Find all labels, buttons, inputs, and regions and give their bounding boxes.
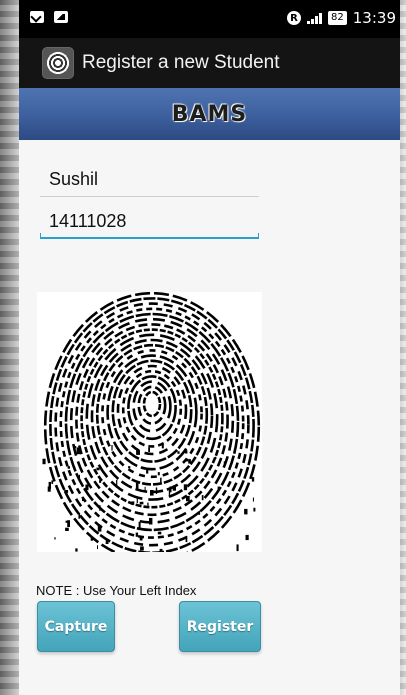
fingerprint-speckle [157, 531, 162, 535]
app-banner: BAMS [19, 88, 400, 140]
fingerprint-speckle [67, 520, 70, 527]
fingerprint-speckle [157, 472, 160, 476]
fingerprint-speckle [244, 508, 248, 515]
fingerprint-speckle [185, 535, 188, 543]
fingerprint-speckle [135, 482, 139, 490]
fingerprint-speckle [186, 495, 190, 502]
fingerprint-speckle [75, 548, 78, 552]
fingerprint-speckle [54, 537, 56, 540]
phone-screen: R 82 13:39 Register a new Student BAMS N… [19, 0, 400, 695]
screenshot-frame-right [400, 0, 406, 695]
roaming-icon: R [287, 11, 302, 25]
note-label: NOTE : Use Your Left Index [36, 583, 197, 598]
fingerprint-speckle [252, 497, 254, 502]
fingerprint-speckle [136, 496, 138, 504]
action-bar: Register a new Student [19, 38, 400, 88]
fingerprint-speckle [214, 456, 217, 459]
fingerprint-speckle [76, 447, 81, 455]
fingerprint-speckle [185, 458, 189, 462]
fingerprint-speckle [78, 513, 81, 519]
register-button[interactable]: Register [179, 601, 261, 652]
fingerprint-speckle [78, 474, 80, 480]
fingerprint-speckle [147, 502, 149, 506]
fingerprint-speckle [201, 495, 204, 501]
fingerprint-speckle [131, 501, 135, 505]
fingerprint-speckle [172, 485, 176, 491]
fingerprint-speckle [149, 517, 153, 525]
fingerprint-speckle [146, 469, 149, 474]
fingerprint-speckle [217, 486, 219, 490]
capture-button[interactable]: Capture [37, 601, 115, 652]
fingerprint-ridge [75, 323, 229, 517]
fingerprint-speckle [116, 479, 118, 487]
fingerprint-speckle [139, 536, 143, 541]
fingerprint-speckle [51, 480, 54, 484]
fingerprint-speckle [105, 540, 109, 544]
page-title: Register a new Student [82, 52, 280, 73]
fingerprint-speckle [64, 490, 69, 493]
fingerprint-speckle [97, 545, 98, 550]
fingerprint-speckle [99, 480, 102, 483]
status-time: 13:39 [352, 9, 396, 27]
fingerprint-speckle [42, 458, 46, 465]
banner-title: BAMS [171, 101, 248, 127]
focus-underline [40, 233, 259, 239]
fingerprint-speckle [160, 477, 162, 484]
fingerprint-speckle [198, 511, 201, 515]
fingerprint-speckle [97, 524, 102, 532]
fingerprint-image [37, 291, 262, 562]
fingerprint-speckle [251, 477, 255, 482]
status-bar: R 82 13:39 [19, 0, 400, 38]
fingerprint-speckle [188, 459, 191, 464]
fingerprint-preview [37, 291, 262, 562]
fingerprint-speckle [48, 481, 51, 489]
fingerprint-speckle [253, 507, 256, 512]
fingerprint-speckle [148, 447, 150, 452]
fingerprint-speckle [111, 445, 113, 451]
fingerprint-speckle [161, 444, 164, 449]
fingerprint-speckle [139, 501, 144, 505]
fingerprint-speckle [136, 450, 140, 455]
fingerprint-speckle [90, 537, 94, 541]
fingerprint-speckle [144, 486, 146, 493]
fingerprint-speckle [138, 521, 141, 529]
fingerprint-ridge [127, 375, 177, 441]
fingerprint-speckle [168, 489, 171, 497]
fingerprint-ridge [106, 354, 198, 471]
fingerprint-speckle [135, 532, 139, 537]
fingerprint-mask [217, 292, 262, 402]
fingerprint-speckle [140, 546, 144, 551]
fingerprint-speckle [245, 534, 249, 541]
fingerprint-speckle [223, 461, 226, 466]
fingerprint-speckle [75, 446, 77, 449]
fingerprint-speckle [128, 466, 131, 469]
fingerprint-speckle [85, 484, 89, 491]
fingerprint-speckle [65, 527, 69, 531]
fingerprint-speckle [150, 490, 154, 496]
fingerprint-speckle [159, 548, 163, 555]
fingerprint-speckle [82, 499, 84, 502]
signal-icon [307, 12, 323, 24]
fingerprint-speckle [67, 466, 70, 469]
fingerprint-speckle [183, 484, 188, 491]
fingerprint-app-icon [42, 47, 74, 79]
fingerprint-speckle [177, 451, 180, 454]
fingerprint-speckle [184, 450, 188, 454]
fingerprint-speckle [96, 467, 100, 471]
student-name-input[interactable] [40, 163, 259, 197]
fingerprint-speckle [238, 503, 240, 507]
fingerprint-ridge [142, 390, 162, 418]
fingerprint-speckle [236, 544, 239, 552]
image-icon [54, 11, 68, 23]
battery-icon: 82 [328, 11, 347, 25]
fingerprint-speckle [155, 487, 158, 494]
mail-icon [30, 11, 44, 23]
screenshot-frame-left [0, 0, 19, 695]
fingerprint-speckle [99, 505, 101, 511]
